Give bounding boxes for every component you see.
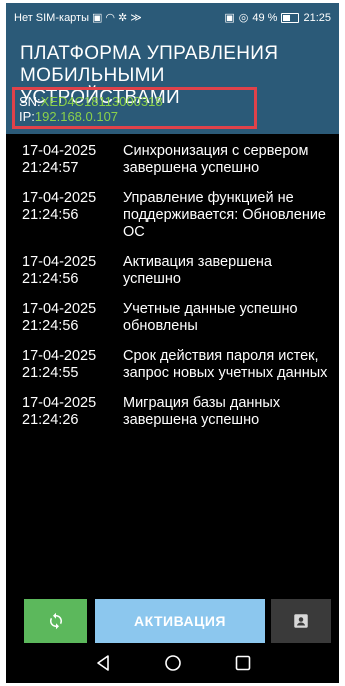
log-entry: 17-04-2025 21:24:57 Синхронизация с серв… — [6, 143, 339, 177]
log-date: 17-04-2025 — [22, 348, 97, 364]
wifi-icon: ◠ — [105, 11, 116, 24]
ip-label: IP: — [19, 109, 35, 124]
event-log: 17-04-2025 21:24:57 Синхронизация с серв… — [6, 143, 339, 442]
log-entry: 17-04-2025 21:24:56 Активация завершена … — [6, 254, 339, 288]
phone-screen: Нет SIM-карты ▣ ◠ ✲ ≫ ▣ ◎ 49 % 21:25 ПЛА… — [6, 3, 339, 683]
log-timestamp: 17-04-2025 21:24:56 — [22, 254, 123, 288]
notification-icon: ≫ — [130, 11, 142, 24]
log-time: 21:24:56 — [22, 207, 79, 223]
system-nav-bar — [6, 643, 339, 683]
status-left: Нет SIM-карты ▣ ◠ ✲ ≫ — [14, 12, 142, 24]
recents-icon[interactable] — [234, 654, 252, 672]
log-timestamp: 17-04-2025 21:24:56 — [22, 301, 123, 335]
log-message: Активация завершена успешно — [123, 254, 272, 287]
log-entry: 17-04-2025 21:24:56 Учетные данные успеш… — [6, 301, 339, 335]
back-icon[interactable] — [94, 654, 112, 672]
battery-percent: 49 % — [252, 12, 278, 24]
sync-icon — [49, 612, 62, 630]
log-date: 17-04-2025 — [22, 395, 97, 411]
status-time: 21:25 — [303, 12, 331, 24]
carrier-text: Нет SIM-карты — [14, 12, 90, 24]
log-date: 17-04-2025 — [22, 190, 97, 206]
sn-value: XED4C18113000318 — [40, 94, 163, 109]
log-date: 17-04-2025 — [22, 301, 97, 317]
log-message: Управление функцией не поддерживается: О… — [123, 190, 326, 240]
log-time: 21:24:26 — [22, 412, 79, 428]
log-message: Срок действия пароля истек, запрос новых… — [123, 348, 328, 381]
log-date: 17-04-2025 — [22, 254, 97, 270]
log-timestamp: 17-04-2025 21:24:26 — [22, 395, 123, 429]
log-message: Миграция базы данных завершена успешно — [123, 395, 281, 428]
app-header: ПЛАТФОРМА УПРАВЛЕНИЯ МОБИЛЬНЫМИ УСТРОЙСТ… — [6, 33, 339, 134]
log-entry: 17-04-2025 21:24:26 Миграция базы данных… — [6, 395, 339, 429]
log-timestamp: 17-04-2025 21:24:57 — [22, 143, 123, 177]
device-info-box: SN:XED4C18113000318 IP:192.168.0.107 — [12, 87, 257, 129]
contact-card-icon — [294, 614, 308, 628]
contact-button[interactable] — [271, 599, 331, 643]
serial-number-line: SN:XED4C18113000318 — [19, 94, 254, 109]
sn-label: SN: — [19, 94, 41, 109]
log-time: 21:24:57 — [22, 160, 79, 176]
battery-icon — [281, 13, 300, 23]
activate-button[interactable]: АКТИВАЦИЯ — [95, 599, 265, 643]
nfc-icon: ▣ — [224, 11, 235, 24]
log-entry: 17-04-2025 21:24:56 Управление функцией … — [6, 190, 339, 241]
log-date: 17-04-2025 — [22, 143, 97, 159]
log-time: 21:24:56 — [22, 318, 79, 334]
log-message: Учетные данные успешно обновлены — [123, 301, 298, 334]
log-time: 21:24:55 — [22, 365, 79, 381]
log-entry: 17-04-2025 21:24:55 Срок действия пароля… — [6, 348, 339, 382]
sim-icon: ▣ — [92, 11, 103, 24]
status-right: ▣ ◎ 49 % 21:25 — [224, 12, 331, 24]
log-time: 21:24:56 — [22, 271, 79, 287]
log-timestamp: 17-04-2025 21:24:56 — [22, 190, 123, 241]
ip-address-line: IP:192.168.0.107 — [19, 109, 254, 124]
title-line-1: ПЛАТФОРМА УПРАВЛЕНИЯ — [20, 43, 279, 64]
home-icon[interactable] — [164, 654, 182, 672]
log-message: Синхронизация с сервером завершена успеш… — [123, 143, 309, 176]
sync-button[interactable] — [24, 599, 87, 643]
log-timestamp: 17-04-2025 21:24:55 — [22, 348, 123, 382]
status-bar: Нет SIM-карты ▣ ◠ ✲ ≫ ▣ ◎ 49 % 21:25 — [6, 3, 339, 33]
ip-value: 192.168.0.107 — [34, 109, 119, 124]
location-icon: ◎ — [238, 11, 249, 24]
settings-notification-icon: ✲ — [118, 11, 128, 24]
action-bar: АКТИВАЦИЯ — [6, 599, 339, 643]
